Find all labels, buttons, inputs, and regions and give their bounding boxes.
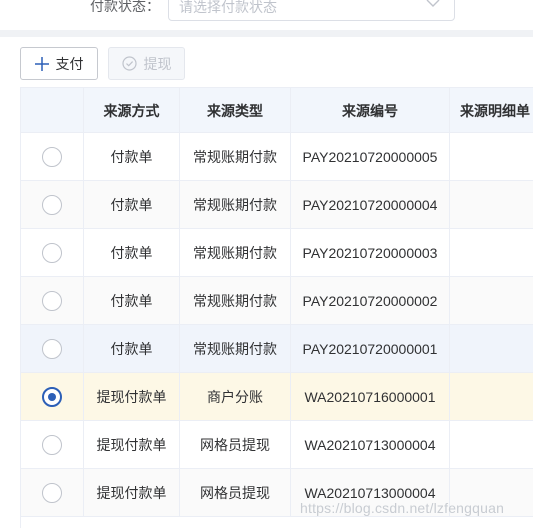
row-select-cell xyxy=(21,421,84,468)
source-detail-cell xyxy=(450,325,533,372)
source-table: 来源方式 来源类型 来源编号 来源明细单 付款单 常规账期付款 PAY2021072… xyxy=(20,87,533,528)
radio-unchecked[interactable] xyxy=(42,242,62,263)
plus-icon xyxy=(34,56,49,71)
pay-button[interactable]: 支付 xyxy=(20,47,98,80)
radio-unchecked[interactable] xyxy=(42,434,62,455)
header-source-detail: 来源明细单 xyxy=(450,88,533,133)
table-row[interactable]: 付款单 常规账期付款 PAY20210720000003 xyxy=(21,229,533,277)
source-number-cell: WA20210716000001 xyxy=(291,373,450,420)
source-method-cell: 付款单 xyxy=(84,133,180,180)
radio-unchecked[interactable] xyxy=(42,290,62,311)
pay-button-label: 支付 xyxy=(55,55,84,72)
filter-row: 付款状态： 请选择付款状态 xyxy=(0,0,533,30)
source-type-cell: 网格员提现 xyxy=(180,469,291,516)
source-number-cell: WA20210713000004 xyxy=(291,421,450,468)
row-select-cell xyxy=(21,229,84,276)
source-number-cell: PAY20210720000004 xyxy=(291,181,450,228)
table-row[interactable]: 提现付款单 商户分账 WA20210716000001 xyxy=(21,373,533,421)
radio-unchecked[interactable] xyxy=(42,146,62,167)
radio-unchecked[interactable] xyxy=(42,482,62,503)
header-select xyxy=(21,88,84,133)
table-row[interactable]: 付款单 常规账期付款 PAY20210720000004 xyxy=(21,181,533,229)
header-source-type: 来源类型 xyxy=(180,88,291,133)
source-type-cell: 常规账期付款 xyxy=(180,181,291,228)
source-detail-cell xyxy=(450,133,533,180)
source-type-cell: 常规账期付款 xyxy=(180,133,291,180)
payment-status-select[interactable]: 请选择付款状态 xyxy=(168,0,455,21)
source-type-cell: 商户分账 xyxy=(180,373,291,420)
check-circle-icon xyxy=(121,56,137,71)
payment-status-label: 付款状态： xyxy=(90,0,160,14)
row-select-cell xyxy=(21,325,84,372)
source-type-cell: 网格员提现 xyxy=(180,421,291,468)
row-select-cell xyxy=(21,181,84,228)
table-row[interactable]: 付款单 常规账期付款 PAY20210720000001 xyxy=(21,325,533,373)
source-method-cell: 付款单 xyxy=(84,229,180,276)
source-method-cell: 付款单 xyxy=(84,277,180,324)
toolbar: 支付 提现 xyxy=(0,37,533,87)
withdraw-button-label: 提现 xyxy=(143,55,172,72)
source-detail-cell xyxy=(450,277,533,324)
source-detail-cell xyxy=(450,373,533,420)
chevron-down-icon xyxy=(426,0,440,7)
header-source-number: 来源编号 xyxy=(291,88,450,133)
source-method-cell: 提现付款单 xyxy=(84,421,180,468)
table-row[interactable]: 付款单 常规账期付款 PAY20210720000005 xyxy=(21,133,533,181)
source-method-cell: 提现付款单 xyxy=(84,373,180,420)
watermark: https://blog.csdn.net/lzfengquan xyxy=(300,500,505,516)
header-source-method: 来源方式 xyxy=(84,88,180,133)
section-divider xyxy=(0,30,533,37)
radio-unchecked[interactable] xyxy=(42,194,62,215)
source-type-cell: 常规账期付款 xyxy=(180,229,291,276)
payment-status-placeholder: 请选择付款状态 xyxy=(179,0,277,15)
source-number-cell: PAY20210720000005 xyxy=(291,133,450,180)
table-header: 来源方式 来源类型 来源编号 来源明细单 xyxy=(21,87,533,133)
table-row[interactable]: 提现付款单 网格员提现 WA20210713000004 xyxy=(21,421,533,469)
row-select-cell xyxy=(21,469,84,516)
source-number-cell: PAY20210720000001 xyxy=(291,325,450,372)
row-select-cell xyxy=(21,373,84,420)
radio-checked[interactable] xyxy=(42,386,62,407)
row-select-cell xyxy=(21,133,84,180)
source-method-cell: 付款单 xyxy=(84,325,180,372)
source-method-cell: 提现付款单 xyxy=(84,469,180,516)
table-row[interactable]: 付款单 常规账期付款 PAY20210720000002 xyxy=(21,277,533,325)
source-detail-cell xyxy=(450,421,533,468)
source-method-cell: 付款单 xyxy=(84,181,180,228)
source-detail-cell xyxy=(450,229,533,276)
source-number-cell: PAY20210720000002 xyxy=(291,277,450,324)
radio-unchecked[interactable] xyxy=(42,338,62,359)
source-number-cell: PAY20210720000003 xyxy=(291,229,450,276)
source-detail-cell xyxy=(450,181,533,228)
source-type-cell: 常规账期付款 xyxy=(180,325,291,372)
withdraw-button[interactable]: 提现 xyxy=(108,47,185,80)
row-select-cell xyxy=(21,277,84,324)
source-type-cell: 常规账期付款 xyxy=(180,277,291,324)
